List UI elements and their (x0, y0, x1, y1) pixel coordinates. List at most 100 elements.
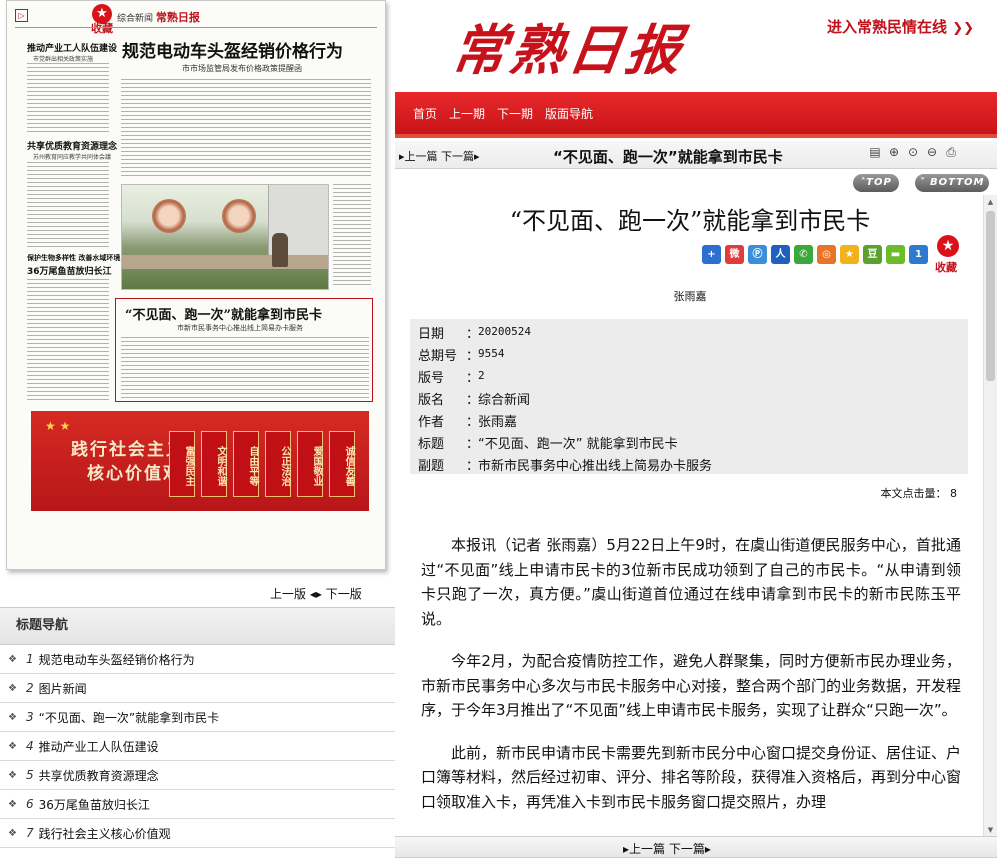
meta-value: 9554 (478, 347, 505, 360)
zoom-in-icon[interactable]: ⊕ (886, 144, 902, 160)
banner-tag: 公正法治 (265, 431, 291, 497)
meta-value: 张雨嘉 (478, 415, 518, 430)
share-tencent-weibo-icon[interactable]: Ⓟ (748, 245, 767, 264)
article-paragraph: 本报讯（记者 张雨嘉）5月22日上午9时，在虞山街道便民服务中心，首批通过“不见… (421, 536, 961, 628)
paper-text-block (27, 162, 109, 250)
item-title[interactable]: 规范电动车头盔经销价格行为 (39, 651, 195, 668)
hits-value: 8 (950, 487, 957, 500)
favorite-star-icon[interactable]: ★ (937, 235, 959, 257)
paper-headline-2[interactable]: “不见面、跑一次”就能拿到市民卡 (125, 304, 322, 323)
item-title[interactable]: 共享优质教育资源理念 (39, 767, 159, 784)
title-nav-item[interactable]: ❖ 6 36万尾鱼苗放归长江 (0, 790, 395, 819)
meta-row: 副题：市新市民事务中心推出线上简易办卡服务 (418, 455, 968, 477)
scroll-bottom-button[interactable]: ˅ BOTTOM (915, 174, 989, 192)
share-qzone-icon[interactable]: ★ (840, 245, 859, 264)
top-button-label: TOP (866, 177, 892, 188)
paper-side-headline-1[interactable]: 推动产业工人队伍建设 (27, 41, 117, 54)
enter-link-label[interactable]: 进入常熟民情在线 (827, 18, 947, 36)
share-douban-icon[interactable]: 豆 (863, 245, 882, 264)
top-navigation: 首页 上一期 下一期 版面导航 (395, 92, 997, 134)
paper-side-headline-2[interactable]: 共享优质教育资源理念 (27, 139, 117, 152)
article-content[interactable]: “不见面、跑一次”就能拿到市民卡 + 微 Ⓟ 人 ✆ ◎ ★ 豆 ▬ 1 ★ 收… (395, 195, 985, 837)
share-weibo-icon[interactable]: 微 (725, 245, 744, 264)
meta-value: 市新市民事务中心推出线上简易办卡服务 (478, 459, 713, 474)
paper-subheadline-2: 市新市民事务中心推出线上简易办卡服务 (177, 324, 303, 332)
zoom-icon[interactable]: ⊙ (905, 144, 921, 160)
nav-home[interactable]: 首页 (413, 105, 437, 122)
banner-tag: 诚信友善 (329, 431, 355, 497)
paper-headline-1[interactable]: 规范电动车头盔经销价格行为 (122, 37, 343, 62)
scroll-thumb[interactable] (986, 211, 995, 381)
share-more-icon[interactable]: + (702, 245, 721, 264)
meta-value: “不见面、跑一次” 就能拿到市民卡 (478, 437, 678, 452)
paper-text-block (333, 184, 371, 288)
content-scrollbar[interactable]: ▲ ▼ (983, 195, 997, 837)
diamond-bullet-icon: ❖ (8, 653, 17, 665)
zoom-out-icon[interactable]: ⊖ (924, 144, 940, 160)
paper-masthead: 综合新闻 常熟日报 (117, 9, 200, 25)
print-icon[interactable]: ⎙ (943, 144, 959, 160)
favorite-label[interactable]: 收藏 (91, 20, 113, 36)
meta-row: 日期： 20200524 (418, 323, 968, 345)
right-panel: 常熟日报 进入常熟民情在线 ❯❯ 首页 上一期 下一期 版面导航 ▸ 上一篇 下一… (395, 0, 997, 866)
item-title[interactable]: 推动产业工人队伍建设 (39, 738, 159, 755)
item-number: 1 (26, 652, 34, 666)
scroll-up-arrow-icon[interactable]: ▲ (984, 195, 997, 209)
expand-arrow-icon[interactable]: ▷ (15, 9, 28, 22)
title-nav-item[interactable]: ❖ 4 推动产业工人队伍建设 (0, 732, 395, 761)
title-nav-item[interactable]: ❖ 7 践行社会主义核心价值观 (0, 819, 395, 848)
triangle-right-icon: ▸ (474, 150, 480, 163)
item-number: 3 (26, 710, 34, 724)
next-page-link[interactable]: 下一版 (326, 587, 362, 601)
nav-page-navigation[interactable]: 版面导航 (545, 105, 593, 122)
arrow-right-icon[interactable]: ▸ (316, 587, 322, 601)
title-nav-item[interactable]: ❖ 1 规范电动车头盔经销价格行为 (0, 645, 395, 674)
paper-side-headline-3b[interactable]: 36万尾鱼苗放归长江 (27, 264, 112, 277)
item-title[interactable]: “不见面、跑一次”就能拿到市民卡 (39, 709, 219, 726)
item-number: 6 (26, 797, 34, 811)
prev-article-link[interactable]: 上一篇 (629, 842, 665, 856)
item-number: 2 (26, 681, 34, 695)
item-title[interactable]: 践行社会主义核心价值观 (39, 825, 171, 842)
prev-article-link[interactable]: 上一篇 (405, 150, 438, 163)
banner-tag: 富强民主 (169, 431, 195, 497)
share-wechat-icon[interactable]: ✆ (794, 245, 813, 264)
meta-key: 作者 (418, 415, 445, 430)
paper-values-banner[interactable]: ★ ★ 践行社会主义 核心价值观 富强民主 文明和谐 自由平等 公正法治 爱国敬… (31, 411, 369, 511)
share-renren-icon[interactable]: 人 (771, 245, 790, 264)
paper-text-block (27, 63, 109, 135)
share-count-icon[interactable]: 1 (909, 245, 928, 264)
scroll-top-button[interactable]: ˄TOP (853, 174, 899, 192)
hits-label: 本文点击量： (880, 487, 947, 500)
prev-page-link[interactable]: 上一版 (270, 587, 306, 601)
nav-next-issue[interactable]: 下一期 (497, 105, 533, 122)
enter-minqing-link[interactable]: 进入常熟民情在线 ❯❯ (827, 16, 974, 37)
meta-row: 版号： 2 (418, 367, 968, 389)
title-nav-item[interactable]: ❖ 5 共享优质教育资源理念 (0, 761, 395, 790)
notes-icon[interactable]: ▤ (867, 144, 883, 160)
title-nav-item[interactable]: ❖ 2 图片新闻 (0, 674, 395, 703)
paper-news-photo[interactable] (121, 184, 329, 290)
share-qq-icon[interactable]: ◎ (817, 245, 836, 264)
title-nav-item[interactable]: ❖ 3 “不见面、跑一次”就能拿到市民卡 (0, 703, 395, 732)
next-article-link[interactable]: 下一篇 (441, 150, 474, 163)
share-pengyou-icon[interactable]: ▬ (886, 245, 905, 264)
paper-subheadline-1: 市市场监管局发布价格政策提醒函 (182, 64, 302, 73)
share-bar: + 微 Ⓟ 人 ✆ ◎ ★ 豆 ▬ 1 (702, 245, 928, 264)
item-title[interactable]: 图片新闻 (39, 680, 87, 697)
next-article-link[interactable]: 下一篇 (669, 842, 705, 856)
meta-row: 总期号： 9554 (418, 345, 968, 367)
site-logo[interactable]: 常熟日报 (447, 6, 690, 85)
paper-side-headline-3a[interactable]: 保护生物多样性 改善水域环境 (27, 253, 120, 263)
scroll-down-arrow-icon[interactable]: ▼ (984, 823, 997, 837)
bottom-article-nav: ▸上一篇 下一篇▸ (395, 836, 997, 858)
favorite-label[interactable]: 收藏 (935, 259, 957, 275)
meta-key: 标题 (418, 437, 445, 452)
paper-side-sub-1: 市党群出相关政策实施 (33, 56, 94, 63)
newspaper-page-thumbnail[interactable]: ▷ ★ 收藏 综合新闻 常熟日报 规范电动车头盔经销价格行为 市市场监管局发布价… (6, 0, 386, 570)
article-metadata: 日期： 20200524 总期号： 9554 版号： 2 版名：综合新闻 作者：张雨嘉… (410, 319, 968, 474)
nav-prev-issue[interactable]: 上一期 (449, 105, 485, 122)
triangle-right-icon: ▸ (704, 842, 711, 856)
stars-icon: ★ ★ (45, 419, 71, 433)
item-title[interactable]: 36万尾鱼苗放归长江 (39, 796, 150, 813)
